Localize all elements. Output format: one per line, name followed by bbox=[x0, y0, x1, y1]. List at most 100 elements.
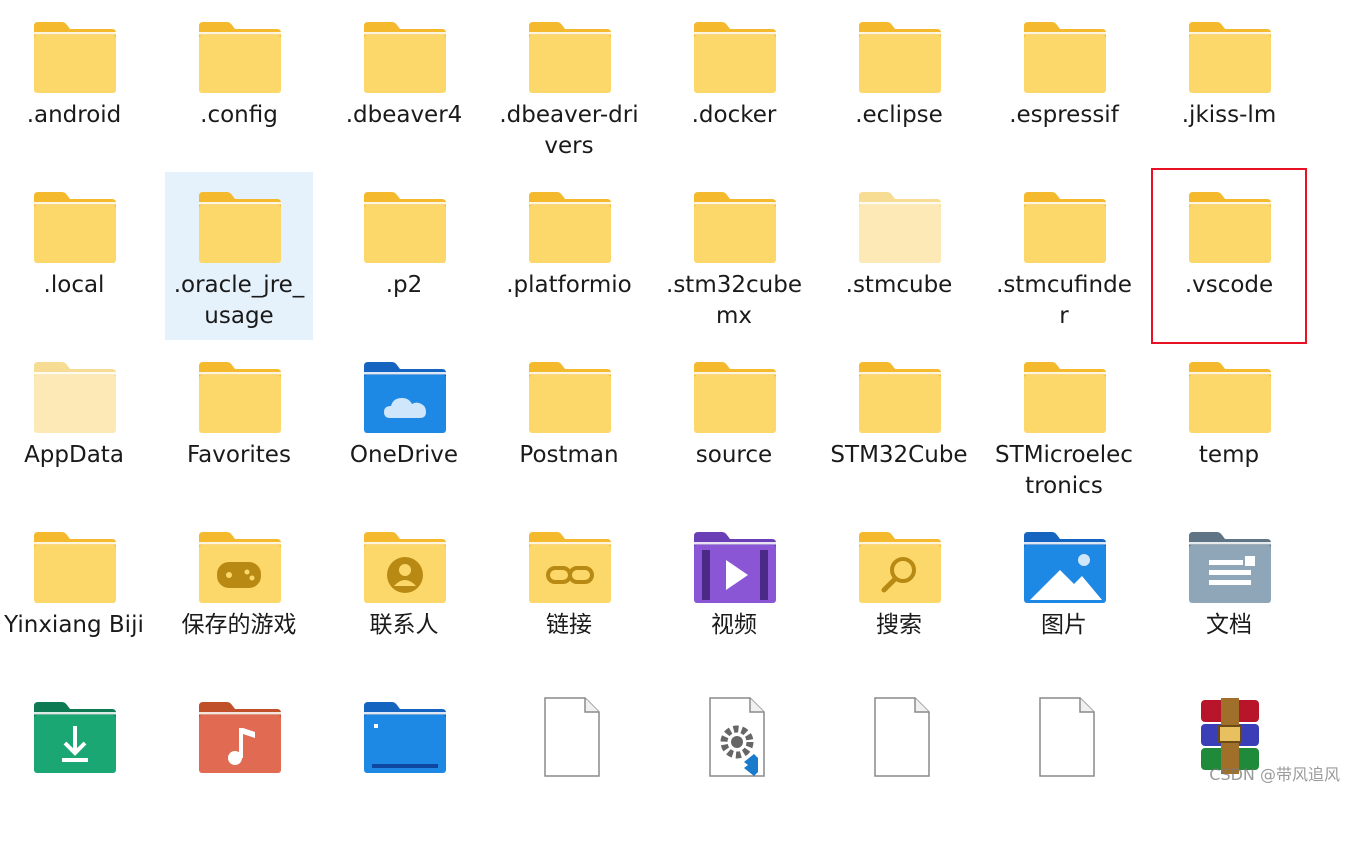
blank-file-icon bbox=[1022, 696, 1108, 778]
file-item[interactable]: .espressif bbox=[990, 2, 1138, 170]
music-folder-icon bbox=[197, 696, 283, 778]
onedrive-folder-icon bbox=[362, 356, 448, 438]
file-item[interactable]: OneDrive bbox=[330, 342, 478, 510]
file-item-label: temp bbox=[1198, 442, 1260, 468]
file-item-label: .stmcube bbox=[845, 272, 953, 298]
file-item-label: .platformio bbox=[506, 272, 632, 298]
file-item-label: .config bbox=[200, 102, 278, 128]
file-item[interactable]: .eclipse bbox=[825, 2, 973, 170]
file-item[interactable]: 链接 bbox=[495, 512, 643, 680]
documents-folder-icon bbox=[1187, 526, 1273, 608]
file-item[interactable]: 搜索 bbox=[825, 512, 973, 680]
file-item[interactable]: .dbeaver4 bbox=[330, 2, 478, 170]
file-item-label: source bbox=[695, 442, 773, 468]
blank-file-icon bbox=[857, 696, 943, 778]
file-item-label: .espressif bbox=[1009, 102, 1119, 128]
file-item[interactable]: .oracle_jre_usage bbox=[165, 172, 313, 340]
folder-icon bbox=[692, 186, 778, 268]
file-item-label: 联系人 bbox=[369, 612, 439, 638]
file-item-label: .docker bbox=[691, 102, 777, 128]
file-item-label: .eclipse bbox=[855, 102, 943, 128]
folder-icon bbox=[692, 16, 778, 98]
folder-icon bbox=[527, 16, 613, 98]
file-item[interactable] bbox=[330, 682, 478, 850]
folder-icon bbox=[1022, 356, 1108, 438]
file-item-label: .local bbox=[43, 272, 105, 298]
watermark: CSDN @带风追风 bbox=[1209, 765, 1340, 784]
saved-games-folder-icon bbox=[197, 526, 283, 608]
file-item[interactable]: 保存的游戏 bbox=[165, 512, 313, 680]
file-item-label: .dbeaver4 bbox=[345, 102, 463, 128]
folder-icon bbox=[197, 16, 283, 98]
folder-light-icon bbox=[857, 186, 943, 268]
folder-icon bbox=[527, 186, 613, 268]
file-item[interactable] bbox=[825, 682, 973, 850]
file-item[interactable]: 图片 bbox=[990, 512, 1138, 680]
file-item[interactable] bbox=[990, 682, 1138, 850]
file-item[interactable] bbox=[0, 682, 148, 850]
file-item[interactable]: .stm32cubemx bbox=[660, 172, 808, 340]
file-item[interactable]: 视频 bbox=[660, 512, 808, 680]
videos-folder-icon bbox=[692, 526, 778, 608]
file-item[interactable] bbox=[660, 682, 808, 850]
folder-icon bbox=[857, 356, 943, 438]
file-item[interactable]: .config bbox=[165, 2, 313, 170]
file-item-label: 链接 bbox=[546, 612, 592, 638]
file-item[interactable]: .vscode bbox=[1151, 168, 1307, 344]
file-item-label: .stm32cubemx bbox=[666, 272, 802, 329]
file-item-label: .oracle_jre_usage bbox=[173, 272, 305, 329]
file-item-label: .dbeaver-drivers bbox=[499, 102, 639, 159]
links-folder-icon bbox=[527, 526, 613, 608]
file-item-label: .vscode bbox=[1184, 272, 1274, 298]
file-item-label: Yinxiang Biji bbox=[4, 612, 144, 638]
file-item[interactable]: 联系人 bbox=[330, 512, 478, 680]
file-explorer-icon-grid: .android .config .dbeaver4 .dbeaver-driv… bbox=[0, 0, 1354, 791]
file-item-label: Postman bbox=[519, 442, 619, 468]
file-item[interactable]: AppData bbox=[0, 342, 148, 510]
desktop-folder-icon bbox=[362, 696, 448, 778]
file-item[interactable]: .p2 bbox=[330, 172, 478, 340]
file-item-label: OneDrive bbox=[349, 442, 459, 468]
folder-icon bbox=[32, 186, 118, 268]
downloads-folder-icon bbox=[32, 696, 118, 778]
file-item-label: 文档 bbox=[1206, 612, 1252, 638]
folder-icon bbox=[1022, 16, 1108, 98]
file-item[interactable]: Postman bbox=[495, 342, 643, 510]
file-item[interactable] bbox=[495, 682, 643, 850]
file-item[interactable]: temp bbox=[1155, 342, 1303, 510]
folder-icon bbox=[197, 186, 283, 268]
file-item[interactable] bbox=[165, 682, 313, 850]
searches-folder-icon bbox=[857, 526, 943, 608]
file-item[interactable]: Favorites bbox=[165, 342, 313, 510]
file-item[interactable]: .jkiss-lm bbox=[1155, 2, 1303, 170]
file-item-label: .jkiss-lm bbox=[1181, 102, 1277, 128]
file-item[interactable]: .local bbox=[0, 172, 148, 340]
folder-icon bbox=[362, 16, 448, 98]
folder-icon bbox=[197, 356, 283, 438]
file-item[interactable]: STM32Cube bbox=[825, 342, 973, 510]
folder-icon bbox=[857, 16, 943, 98]
file-item[interactable]: 文档 bbox=[1155, 512, 1303, 680]
file-item[interactable]: STMicroelectronics bbox=[990, 342, 1138, 510]
folder-icon bbox=[692, 356, 778, 438]
file-item[interactable]: .docker bbox=[660, 2, 808, 170]
file-item-label: AppData bbox=[24, 442, 124, 468]
file-item[interactable]: Yinxiang Biji bbox=[0, 512, 148, 680]
folder-icon bbox=[1187, 186, 1273, 268]
file-item-label: .stmcufinder bbox=[996, 272, 1132, 329]
folder-icon bbox=[32, 16, 118, 98]
file-item-label: Favorites bbox=[187, 442, 291, 468]
file-item[interactable]: .stmcube bbox=[825, 172, 973, 340]
file-item[interactable]: .stmcufinder bbox=[990, 172, 1138, 340]
file-item-label: 视频 bbox=[711, 612, 757, 638]
folder-icon bbox=[1187, 16, 1273, 98]
file-item-label: STM32Cube bbox=[830, 442, 968, 468]
file-item[interactable]: .dbeaver-drivers bbox=[495, 2, 643, 170]
file-item-label: 图片 bbox=[1041, 612, 1087, 638]
blank-file-icon bbox=[527, 696, 613, 778]
file-item[interactable]: .platformio bbox=[495, 172, 643, 340]
folder-icon bbox=[527, 356, 613, 438]
file-item-label: .android bbox=[26, 102, 122, 128]
file-item[interactable]: .android bbox=[0, 2, 148, 170]
file-item[interactable]: source bbox=[660, 342, 808, 510]
